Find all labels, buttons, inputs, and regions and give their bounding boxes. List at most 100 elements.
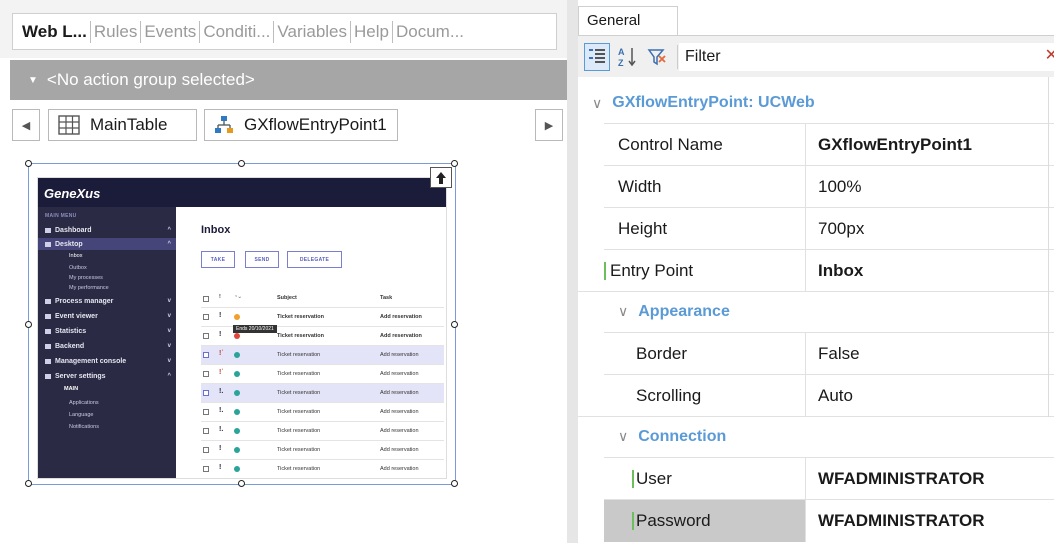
property-value[interactable]: Auto xyxy=(806,375,1054,417)
move-up-button[interactable] xyxy=(430,167,452,188)
svg-text:A: A xyxy=(618,47,625,57)
chevron-icon: v xyxy=(167,358,171,364)
preview-menu-item: Event viewer v xyxy=(38,310,176,322)
action-group-bar[interactable]: ▼ <No action group selected> xyxy=(10,60,567,100)
preview-row-task: Add reservation xyxy=(380,447,419,453)
preview-menu-title: MAIN MENU xyxy=(45,213,77,219)
property-row-entry-point[interactable]: Entry Point Inbox xyxy=(604,249,1054,292)
filter-toggle-button[interactable] xyxy=(644,43,670,71)
sort-az-icon: A Z xyxy=(618,47,636,68)
property-row-width[interactable]: Width 100% xyxy=(604,165,1054,208)
property-value[interactable]: WFADMINISTRATOR xyxy=(806,458,1054,500)
property-value[interactable]: Inbox xyxy=(806,250,1054,292)
breadcrumb: ◀ MainTable GXflowEntryPoint1 ▶ xyxy=(10,103,567,151)
tab-rules[interactable]: Rules xyxy=(91,22,140,42)
checkbox-icon xyxy=(203,333,209,339)
table-icon xyxy=(58,115,80,135)
dashboard-icon xyxy=(45,227,51,233)
tab-web-layout[interactable]: Web L... xyxy=(19,22,90,42)
list-icon xyxy=(45,313,51,319)
preview-submenu-item: Language xyxy=(69,412,94,418)
tab-variables[interactable]: Variables xyxy=(274,22,350,42)
tab-help[interactable]: Help xyxy=(351,22,392,42)
status-sort-icon: ◔⌄ xyxy=(234,294,242,300)
tab-general[interactable]: General xyxy=(578,6,678,35)
status-dot-icon xyxy=(234,466,240,472)
property-value[interactable]: WFADMINISTRATOR xyxy=(806,500,1054,542)
category-appearance[interactable]: ∨ Appearance xyxy=(578,291,1054,331)
preview-menu-item: Backend v xyxy=(38,340,176,352)
filter-input[interactable]: Filter ✕ xyxy=(679,43,1054,71)
priority-icon: !. xyxy=(219,407,224,414)
status-dot-icon xyxy=(234,371,240,377)
property-row-height[interactable]: Height 700px xyxy=(604,207,1054,250)
resize-handle[interactable] xyxy=(25,480,32,487)
chevron-down-icon: ∨ xyxy=(618,303,629,319)
property-value[interactable]: 100% xyxy=(806,166,1054,208)
category-connection[interactable]: ∨ Connection xyxy=(578,416,1054,456)
tab-events[interactable]: Events xyxy=(141,22,199,42)
breadcrumb-back-button[interactable]: ◀ xyxy=(12,109,40,141)
status-dot-icon xyxy=(234,447,240,453)
property-value[interactable]: GXflowEntryPoint1 xyxy=(806,124,1054,166)
resize-handle[interactable] xyxy=(238,480,245,487)
status-dot-icon xyxy=(234,428,240,434)
preview-menu-label: Process manager xyxy=(55,297,114,305)
property-value[interactable]: False xyxy=(806,333,1054,375)
checkbox-icon xyxy=(203,314,209,320)
breadcrumb-label: GXflowEntryPoint1 xyxy=(244,115,387,134)
close-icon[interactable]: ✕ xyxy=(1045,45,1054,65)
category-ucweb[interactable]: ∨ GXflowEntryPoint: UCWeb xyxy=(578,83,1054,123)
preview-row-task: Add reservation xyxy=(380,466,419,472)
property-row-user[interactable]: User WFADMINISTRATOR xyxy=(604,457,1054,500)
categorized-icon xyxy=(589,49,605,63)
preview-row: ! Ticket reservation Add reservation xyxy=(201,307,444,326)
tab-conditions[interactable]: Conditi... xyxy=(200,22,273,42)
genexus-logo: GeneXus xyxy=(44,186,101,201)
categorized-view-button[interactable] xyxy=(584,43,610,71)
property-row-password[interactable]: Password WFADMINISTRATOR xyxy=(604,499,1054,542)
preview-send-button: SEND xyxy=(245,251,279,268)
preview-menu-item: Dashboard ^ xyxy=(38,224,176,236)
resize-handle[interactable] xyxy=(451,321,458,328)
resize-handle[interactable] xyxy=(451,160,458,167)
sort-az-button[interactable]: A Z xyxy=(614,43,640,71)
property-name: Border xyxy=(604,333,806,375)
tab-documentation[interactable]: Docum... xyxy=(393,22,467,42)
breadcrumb-forward-button[interactable]: ▶ xyxy=(535,109,563,141)
resize-handle[interactable] xyxy=(25,321,32,328)
properties-toolbar: A Z Filter ✕ xyxy=(578,35,1054,77)
priority-icon: ! xyxy=(219,312,222,319)
breadcrumb-item-maintable[interactable]: MainTable xyxy=(48,109,197,141)
breadcrumb-item-entrypoint[interactable]: GXflowEntryPoint1 xyxy=(204,109,398,141)
resize-handle[interactable] xyxy=(25,160,32,167)
property-row-border[interactable]: Border False xyxy=(604,332,1054,375)
preview-delegate-button: DELEGATE xyxy=(287,251,342,268)
priority-icon: ! xyxy=(219,331,222,338)
chevron-icon: v xyxy=(167,298,171,304)
chevron-down-icon: ∨ xyxy=(592,94,603,111)
property-row-scrolling[interactable]: Scrolling Auto xyxy=(604,374,1054,417)
design-canvas: GeneXus MAIN MENU Dashboard ^ Desktop ^ In… xyxy=(10,151,567,543)
preview-row-subject: Ticket reservation xyxy=(277,409,321,415)
scrollbar-track[interactable] xyxy=(1048,77,1049,417)
resize-handle[interactable] xyxy=(238,160,245,167)
resize-handle[interactable] xyxy=(451,480,458,487)
breadcrumb-label: MainTable xyxy=(90,115,168,134)
preview-menu-label: Server settings xyxy=(55,372,106,380)
status-dot-icon xyxy=(234,314,240,320)
priority-icon: !. xyxy=(219,388,224,395)
preview-row: !˙ Ticket reservation Add reservation xyxy=(201,345,444,364)
pane-splitter[interactable] xyxy=(567,0,578,543)
property-row-control-name[interactable]: Control Name GXflowEntryPoint1 xyxy=(604,123,1054,166)
modified-marker xyxy=(632,512,634,530)
preview-take-button: TAKE xyxy=(201,251,235,268)
preview-menu-label: Backend xyxy=(55,342,85,350)
checkbox-icon xyxy=(203,296,209,302)
priority-icon: ! xyxy=(219,294,221,300)
property-value[interactable]: 700px xyxy=(806,208,1054,250)
filter-icon xyxy=(647,49,666,66)
chevron-icon: v xyxy=(167,343,171,349)
selected-control-frame[interactable]: GeneXus MAIN MENU Dashboard ^ Desktop ^ In… xyxy=(25,160,458,487)
checkbox-icon xyxy=(203,428,209,434)
